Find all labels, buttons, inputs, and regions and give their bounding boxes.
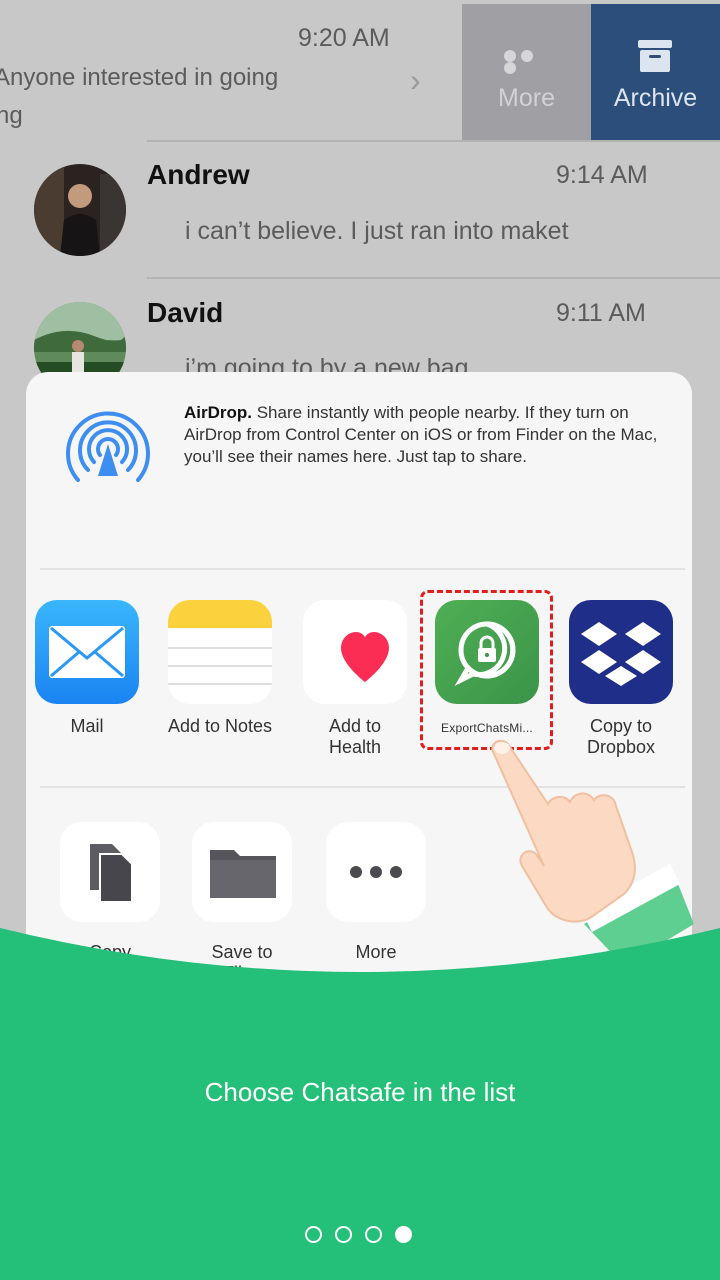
folder-icon [192, 822, 292, 922]
page-indicator[interactable] [305, 1226, 417, 1244]
page-dot[interactable] [335, 1226, 352, 1243]
app-label: Mail [70, 716, 104, 736]
copy-icon [60, 822, 160, 922]
app-label: Add to Health [328, 716, 382, 757]
chat-preview: i can’t believe. I just ran into maket [185, 217, 569, 245]
sheet-divider [40, 568, 685, 570]
airdrop-icon [66, 411, 150, 482]
page-dot-active[interactable] [395, 1226, 412, 1243]
notes-icon [168, 600, 272, 704]
app-label: Add to Notes [167, 716, 273, 736]
chat-preview: Anyone interested in going [0, 64, 279, 91]
chat-time: 9:20 AM [298, 24, 390, 52]
page-dot[interactable] [365, 1226, 382, 1243]
share-app-notes[interactable]: Add to Notes [167, 600, 273, 737]
share-app-mail[interactable]: Mail [34, 600, 140, 737]
airdrop-description: AirDrop. Share instantly with people nea… [184, 402, 674, 468]
dropbox-icon [569, 600, 673, 704]
airdrop-title: AirDrop. [184, 403, 252, 422]
archive-icon [638, 40, 672, 72]
airdrop-body: Share instantly with people nearby. If t… [184, 403, 658, 466]
health-icon [303, 600, 407, 704]
highlight-box [420, 590, 553, 750]
chat-time: 9:11 AM [556, 299, 646, 327]
avatar [34, 164, 126, 256]
row-divider [147, 277, 720, 279]
mail-icon [35, 600, 139, 704]
contact-name: David [147, 297, 224, 328]
onboarding-caption: Choose Chatsafe in the list [204, 1077, 516, 1107]
contact-name: Andrew [147, 159, 250, 190]
chat-row-andrew[interactable]: Andrew 9:14 AM i can’t believe. I just r… [0, 142, 720, 278]
ellipsis-icon [504, 50, 550, 74]
page-dot[interactable] [305, 1226, 322, 1243]
share-app-health[interactable]: Add to Health [302, 600, 408, 758]
chat-preview-continued: ng [0, 102, 23, 129]
archive-swipe-label: Archive [613, 84, 698, 112]
chevron-right-icon: › [410, 62, 421, 98]
more-dots-icon [326, 822, 426, 922]
archive-swipe-button[interactable]: Archive [591, 4, 720, 140]
more-swipe-button[interactable]: More [462, 4, 591, 140]
chat-time: 9:14 AM [556, 161, 648, 189]
more-swipe-label: More [498, 84, 555, 112]
